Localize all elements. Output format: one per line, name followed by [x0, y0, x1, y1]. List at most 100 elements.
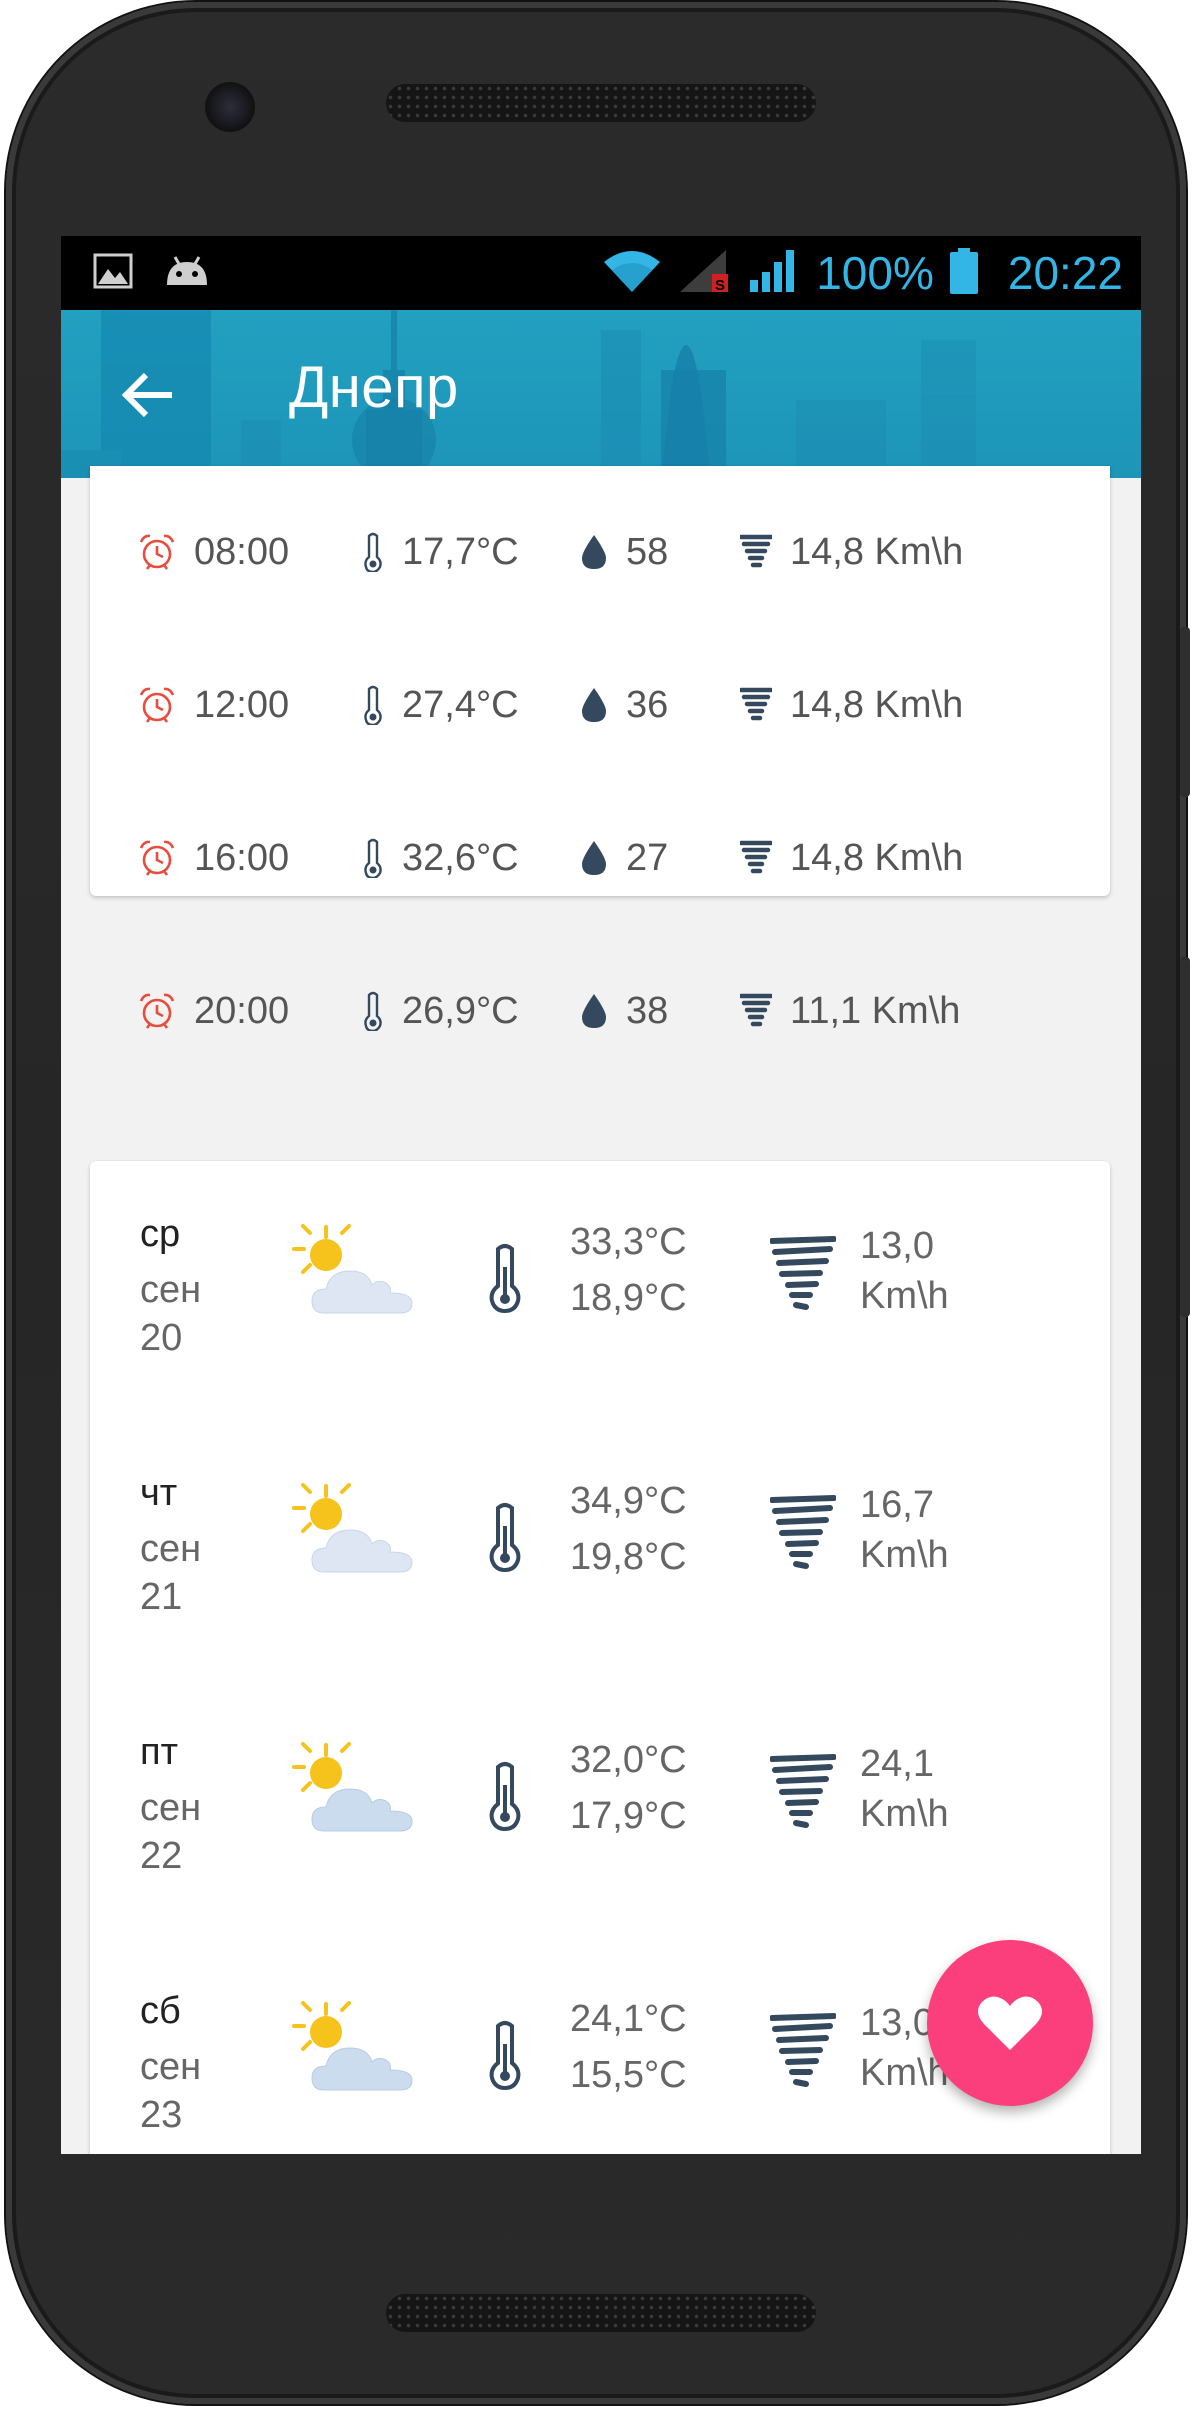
city-skyline-background	[61, 310, 976, 478]
humidity-drop-icon	[582, 994, 606, 1028]
wind-unit: Km\h	[860, 1275, 949, 1317]
temperature-min: 18,9°C	[570, 1277, 687, 1319]
day-date: 22	[140, 1835, 183, 1877]
hourly-row: 08:00 17,7°C 58 14,8 Km\h	[90, 522, 1110, 582]
day-of-week: сб	[140, 1990, 181, 2032]
tornado-icon	[770, 1754, 836, 1828]
thermometer-icon	[364, 991, 382, 1031]
top-speaker-grille	[386, 84, 816, 122]
humidity-drop-icon	[582, 535, 606, 569]
day-month: сен	[140, 2046, 202, 2088]
wifi-icon	[602, 248, 662, 298]
page-title: Днепр	[289, 355, 459, 420]
tornado-icon	[740, 840, 772, 874]
temperature-max: 33,3°C	[570, 1221, 687, 1263]
thermometer-icon	[364, 532, 382, 572]
day-month: сен	[140, 1528, 202, 1570]
wind-speed: 24,1	[860, 1743, 934, 1785]
hour-temperature: 32,6°C	[402, 836, 519, 879]
partly-cloudy-icon	[292, 1483, 413, 1573]
hour-time: 20:00	[194, 989, 290, 1032]
day-month: сен	[140, 1269, 202, 1311]
hour-humidity: 27	[626, 836, 669, 879]
hour-wind: 11,1 Km\h	[790, 989, 961, 1032]
wind-speed: 13,0	[860, 1225, 934, 1267]
bottom-speaker-grille	[386, 2294, 816, 2332]
hour-humidity: 36	[626, 683, 669, 726]
thermometer-icon	[364, 685, 382, 725]
hour-wind: 14,8 Km\h	[790, 836, 964, 879]
hourly-row: 20:00 26,9°C 38 11,1 Km\h	[90, 981, 1110, 1041]
tornado-icon	[740, 534, 772, 568]
battery-icon	[949, 248, 978, 298]
hourly-row: 12:00 27,4°C 36 14,8 Km\h	[90, 675, 1110, 735]
temperature-min: 17,9°C	[570, 1795, 687, 1837]
tornado-icon	[740, 993, 772, 1027]
hour-time: 08:00	[194, 530, 290, 573]
day-date: 23	[140, 2094, 183, 2136]
android-icon	[163, 253, 211, 293]
thermometer-icon	[489, 1762, 521, 1831]
tornado-icon	[770, 1236, 836, 1310]
hour-time: 12:00	[194, 683, 290, 726]
wind-speed: 16,7	[860, 1484, 934, 1526]
alarm-clock-icon	[139, 534, 175, 570]
alarm-clock-icon	[139, 993, 175, 1029]
wind-unit: Km\h	[860, 1534, 949, 1576]
day-month: сен	[140, 1787, 202, 1829]
battery-percent: 100%	[816, 247, 934, 299]
tornado-icon	[770, 1495, 836, 1569]
day-of-week: пт	[140, 1731, 178, 1773]
day-date: 21	[140, 1576, 183, 1618]
alarm-clock-icon	[139, 687, 175, 723]
signal-sim2-icon	[748, 248, 800, 298]
favorite-fab-button[interactable]	[927, 1940, 1093, 2106]
hourly-row: 16:00 32,6°C 27 14,8 Km\h	[90, 828, 1110, 888]
partly-cloudy-icon	[292, 1224, 413, 1314]
thermometer-icon	[489, 2021, 521, 2090]
temperature-max: 34,9°C	[570, 1480, 687, 1522]
volume-button	[1180, 627, 1190, 797]
wind-speed: 13,0	[860, 2002, 934, 2044]
alarm-clock-icon	[139, 840, 175, 876]
image-icon	[93, 253, 133, 293]
clock: 20:22	[1007, 247, 1123, 299]
day-forecast-row[interactable]: чт сен 21 34,9°C 19,8°C 16,7 Km\h	[90, 1472, 1110, 1632]
day-date: 20	[140, 1317, 183, 1359]
hour-wind: 14,8 Km\h	[790, 683, 964, 726]
hour-temperature: 17,7°C	[402, 530, 519, 573]
sim-badge: S	[715, 277, 725, 294]
front-camera	[205, 82, 255, 132]
day-forecast-row[interactable]: ср сен 20 33,3°C 18,9°C 13,0 Km\h	[90, 1213, 1110, 1373]
humidity-drop-icon	[582, 688, 606, 722]
tornado-icon	[770, 2013, 836, 2087]
hour-temperature: 27,4°C	[402, 683, 519, 726]
temperature-min: 15,5°C	[570, 2054, 687, 2096]
temperature-min: 19,8°C	[570, 1536, 687, 1578]
phone-frame: S 100% 20:22 Днепр 08:00 17,7°C 58 14,8 …	[6, 2, 1190, 2404]
status-bar: S 100% 20:22	[61, 236, 1141, 310]
thermometer-icon	[489, 1244, 521, 1313]
day-of-week: ср	[140, 1213, 181, 1255]
day-forecast-row[interactable]: пт сен 22 32,0°C 17,9°C 24,1 Km\h	[90, 1731, 1110, 1891]
day-of-week: чт	[140, 1472, 178, 1514]
wind-unit: Km\h	[860, 1793, 949, 1835]
humidity-drop-icon	[582, 841, 606, 875]
hourly-forecast-card: 08:00 17,7°C 58 14,8 Km\h 12:00 27,4°C 3…	[90, 466, 1110, 1032]
arrow-back-icon	[122, 373, 172, 417]
partly-cloudy-icon	[292, 2001, 413, 2091]
hour-time: 16:00	[194, 836, 290, 879]
back-button[interactable]	[113, 360, 183, 430]
signal-sim1-icon: S	[678, 248, 732, 298]
temperature-max: 24,1°C	[570, 1998, 687, 2040]
screen: S 100% 20:22 Днепр 08:00 17,7°C 58 14,8 …	[61, 236, 1141, 2154]
tornado-icon	[740, 687, 772, 721]
thermometer-icon	[364, 838, 382, 878]
heart-icon	[977, 1996, 1043, 2050]
hour-temperature: 26,9°C	[402, 989, 519, 1032]
hour-humidity: 58	[626, 530, 669, 573]
app-bar: Днепр	[61, 310, 1141, 478]
hour-humidity: 38	[626, 989, 669, 1032]
thermometer-icon	[489, 1503, 521, 1572]
partly-cloudy-icon	[292, 1742, 413, 1832]
